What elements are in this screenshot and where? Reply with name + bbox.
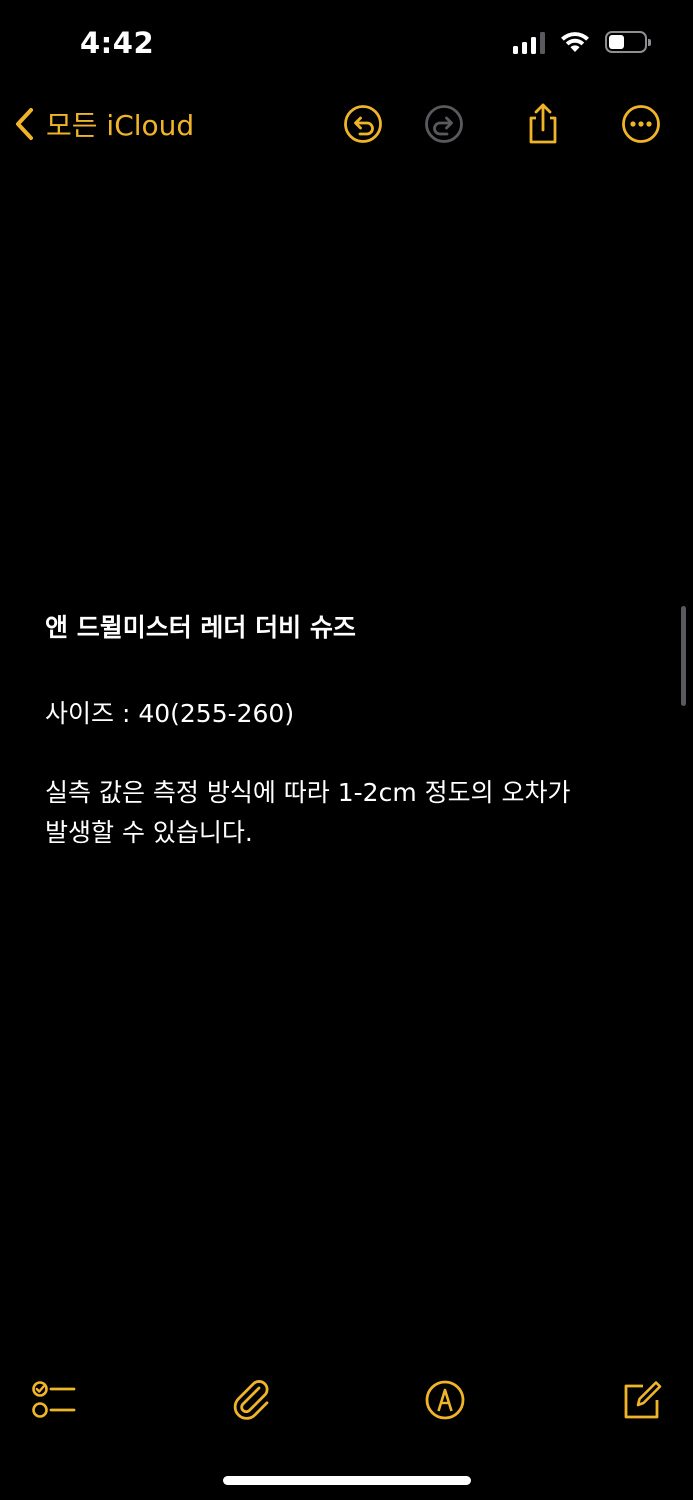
home-indicator[interactable] xyxy=(223,1476,471,1485)
checklist-button[interactable] xyxy=(30,1376,78,1424)
compose-button[interactable] xyxy=(618,1376,666,1424)
cellular-signal-icon xyxy=(513,30,545,54)
share-icon xyxy=(529,103,557,144)
scroll-indicator[interactable] xyxy=(681,606,686,706)
note-title: 앤 드뮐미스터 레더 더비 슈즈 xyxy=(45,613,356,642)
more-button[interactable] xyxy=(617,100,665,148)
status-bar: 4:42 xyxy=(0,0,693,90)
battery-icon xyxy=(605,31,651,53)
chevron-left-icon xyxy=(16,108,33,140)
status-icons xyxy=(513,30,651,54)
bottom-toolbar xyxy=(0,1370,693,1430)
redo-button[interactable] xyxy=(420,100,468,148)
status-time: 4:42 xyxy=(80,26,155,60)
note-notice-line-2: 발생할 수 있습니다. xyxy=(45,818,253,847)
compose-icon xyxy=(624,1381,662,1419)
undo-button[interactable] xyxy=(339,100,387,148)
note-body[interactable]: 앤 드뮐미스터 레더 더비 슈즈 사이즈 : 40(255-260) 실측 값은… xyxy=(45,610,645,856)
undo-icon xyxy=(344,105,382,143)
back-button-label: 모든 iCloud xyxy=(46,109,195,142)
redo-icon xyxy=(425,105,463,143)
back-button[interactable]: 모든 iCloud xyxy=(14,100,194,148)
paperclip-icon xyxy=(233,1380,269,1420)
ellipsis-circle-icon xyxy=(622,105,660,143)
note-size-line: 사이즈 : 40(255-260) xyxy=(45,699,295,728)
markup-pen-icon xyxy=(425,1380,465,1420)
markup-button[interactable] xyxy=(421,1376,469,1424)
share-button[interactable] xyxy=(519,100,567,148)
nav-bar: 모든 iCloud xyxy=(0,92,693,156)
attachment-button[interactable] xyxy=(228,1376,276,1424)
wifi-icon xyxy=(561,32,589,52)
checklist-icon xyxy=(32,1381,76,1418)
